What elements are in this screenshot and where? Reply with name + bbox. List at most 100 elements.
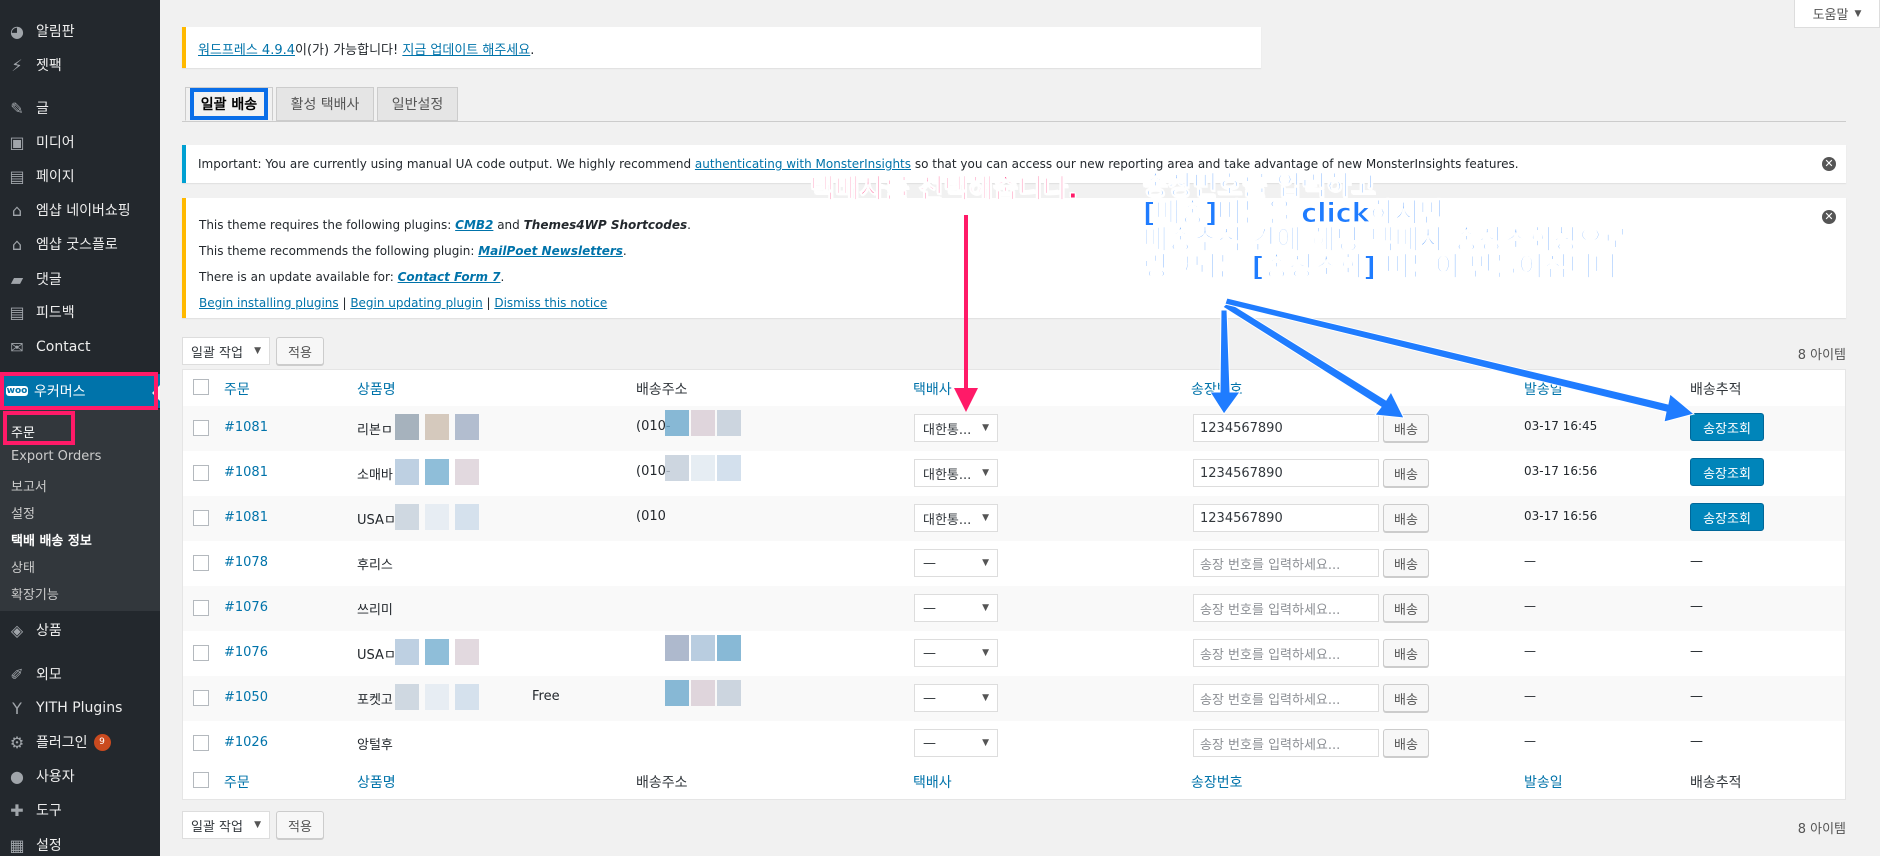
- header-order[interactable]: 주문: [224, 772, 250, 792]
- dismiss-icon[interactable]: ✕: [1822, 157, 1836, 171]
- row-checkbox[interactable]: [193, 645, 209, 661]
- ship-button[interactable]: 배송: [1383, 729, 1429, 757]
- sidebar-item-4[interactable]: ▤ 페이지: [0, 159, 160, 193]
- courier-select[interactable]: — ▼: [914, 594, 998, 622]
- sidebar-item-2[interactable]: ✎ 글: [0, 91, 160, 125]
- header-product[interactable]: 상품명: [357, 379, 396, 399]
- tracking-number-input[interactable]: 1234567890: [1193, 414, 1379, 442]
- order-number-link[interactable]: #1081: [224, 420, 268, 435]
- select-all-checkbox[interactable]: [193, 772, 209, 788]
- sidebar-item-8[interactable]: ▤ 피드백: [0, 295, 160, 329]
- select-all-checkbox[interactable]: [193, 379, 209, 395]
- tracking-number-input[interactable]: 1234567890: [1193, 504, 1379, 532]
- header-product[interactable]: 상품명: [357, 772, 396, 792]
- mi-auth-link[interactable]: authenticating with MonsterInsights: [695, 157, 911, 171]
- row-checkbox[interactable]: [193, 735, 209, 751]
- sidebar-item-12[interactable]: ✐ 외모: [0, 657, 160, 691]
- courier-select[interactable]: 대한통... ▼: [914, 414, 998, 442]
- update-now-link[interactable]: 지금 업데이트 해주세요: [402, 43, 530, 58]
- tab-general-settings[interactable]: 일반설정: [377, 87, 458, 121]
- sidebar-item-7[interactable]: ▰ 댓글: [0, 262, 160, 296]
- submenu-item-2[interactable]: 보고서: [11, 476, 47, 495]
- order-number-link[interactable]: #1050: [224, 690, 268, 705]
- dismiss-notice-link[interactable]: Dismiss this notice: [494, 296, 607, 310]
- sidebar-item-1[interactable]: ⚡ 젯팩: [0, 48, 160, 82]
- ship-button[interactable]: 배송: [1383, 594, 1429, 622]
- ship-button[interactable]: 배송: [1383, 639, 1429, 667]
- row-checkbox[interactable]: [193, 555, 209, 571]
- track-shipment-button[interactable]: 송장조회: [1690, 503, 1764, 531]
- tab-bulk-shipping[interactable]: 일괄 배송: [185, 87, 273, 121]
- dismiss-icon[interactable]: ✕: [1822, 210, 1836, 224]
- ship-button[interactable]: 배송: [1383, 414, 1429, 442]
- tracking-number-input[interactable]: 1234567890: [1193, 459, 1379, 487]
- bulk-action-select-bottom[interactable]: 일괄 작업 ▼: [182, 811, 270, 839]
- ship-button[interactable]: 배송: [1383, 549, 1429, 577]
- begin-installing-link[interactable]: Begin installing plugins: [199, 296, 339, 310]
- header-ship-date[interactable]: 발송일: [1524, 379, 1563, 399]
- sidebar-item-11[interactable]: ◈ 상품: [0, 613, 160, 647]
- tab-active-couriers[interactable]: 활성 택배사: [276, 87, 374, 121]
- row-checkbox[interactable]: [193, 510, 209, 526]
- courier-select[interactable]: 대한통... ▼: [914, 504, 998, 532]
- header-order[interactable]: 주문: [224, 379, 250, 399]
- header-tracking-number[interactable]: 송장번호: [1191, 379, 1243, 399]
- sidebar-item-16[interactable]: ✚ 도구: [0, 793, 160, 827]
- apply-button-top[interactable]: 적용: [276, 337, 324, 365]
- help-tab[interactable]: 도움말 ▼: [1794, 0, 1880, 28]
- sidebar-item-9[interactable]: ✉ Contact: [0, 330, 160, 364]
- sidebar-item-0[interactable]: ◕ 알림판: [0, 14, 160, 48]
- sidebar-item-13[interactable]: Y YITH Plugins: [0, 691, 160, 725]
- tracking-number-input[interactable]: 송장 번호를 입력하세요...: [1193, 684, 1379, 712]
- track-shipment-button[interactable]: 송장조회: [1690, 458, 1764, 486]
- apply-button-bottom[interactable]: 적용: [276, 811, 324, 839]
- header-ship-date[interactable]: 발송일: [1524, 772, 1563, 792]
- sidebar-item-17[interactable]: ▦ 설정: [0, 828, 160, 856]
- courier-select[interactable]: — ▼: [914, 729, 998, 757]
- courier-select[interactable]: 대한통... ▼: [914, 459, 998, 487]
- begin-updating-link[interactable]: Begin updating plugin: [350, 296, 482, 310]
- submenu-item-5[interactable]: 상태: [11, 557, 35, 576]
- sidebar-item-label: Contact: [36, 339, 91, 355]
- tracking-empty: —: [1690, 599, 1703, 614]
- row-checkbox[interactable]: [193, 420, 209, 436]
- submenu-item-6[interactable]: 확장기능: [11, 584, 59, 603]
- sidebar-item-6[interactable]: ⌂ 엠샵 굿스플로: [0, 227, 160, 261]
- order-number-link[interactable]: #1081: [224, 510, 268, 525]
- cf7-link[interactable]: Contact Form 7: [398, 270, 501, 284]
- tracking-number-input[interactable]: 송장 번호를 입력하세요...: [1193, 549, 1379, 577]
- sidebar-item-15[interactable]: ● 사용자: [0, 759, 160, 793]
- wp-version-link[interactable]: 워드프레스 4.9.4: [198, 43, 295, 58]
- cmb2-link[interactable]: CMB2: [455, 218, 493, 232]
- tracking-number-input[interactable]: 송장 번호를 입력하세요...: [1193, 594, 1379, 622]
- row-checkbox[interactable]: [193, 465, 209, 481]
- bulk-action-select-top[interactable]: 일괄 작업 ▼: [182, 337, 270, 365]
- header-tracking-number[interactable]: 송장번호: [1191, 772, 1243, 792]
- order-number-link[interactable]: #1026: [224, 735, 268, 750]
- header-courier[interactable]: 택배사: [913, 772, 952, 792]
- header-courier[interactable]: 택배사: [913, 379, 952, 399]
- order-number-link[interactable]: #1078: [224, 555, 268, 570]
- courier-select[interactable]: — ▼: [914, 639, 998, 667]
- sidebar-item-14[interactable]: ⚙ 플러그인 9: [0, 725, 160, 759]
- sidebar-item-3[interactable]: ▣ 미디어: [0, 125, 160, 159]
- mailpoet-link[interactable]: MailPoet Newsletters: [478, 244, 623, 258]
- tracking-number-input[interactable]: 송장 번호를 입력하세요...: [1193, 729, 1379, 757]
- track-shipment-button[interactable]: 송장조회: [1690, 413, 1764, 441]
- submenu-item-4[interactable]: 택배 배송 정보: [11, 530, 92, 549]
- courier-select[interactable]: — ▼: [914, 684, 998, 712]
- courier-select[interactable]: — ▼: [914, 549, 998, 577]
- ship-button[interactable]: 배송: [1383, 504, 1429, 532]
- submenu-item-3[interactable]: 설정: [11, 503, 35, 522]
- annotation-line-2: [배송]버튼을 click하시면: [1143, 198, 1445, 229]
- submenu-item-1[interactable]: Export Orders: [11, 449, 101, 464]
- ship-button[interactable]: 배송: [1383, 459, 1429, 487]
- tracking-number-input[interactable]: 송장 번호를 입력하세요...: [1193, 639, 1379, 667]
- row-checkbox[interactable]: [193, 600, 209, 616]
- sidebar-item-5[interactable]: ⌂ 엠샵 네이버쇼핑: [0, 193, 160, 227]
- order-number-link[interactable]: #1081: [224, 465, 268, 480]
- order-number-link[interactable]: #1076: [224, 645, 268, 660]
- order-number-link[interactable]: #1076: [224, 600, 268, 615]
- ship-button[interactable]: 배송: [1383, 684, 1429, 712]
- row-checkbox[interactable]: [193, 690, 209, 706]
